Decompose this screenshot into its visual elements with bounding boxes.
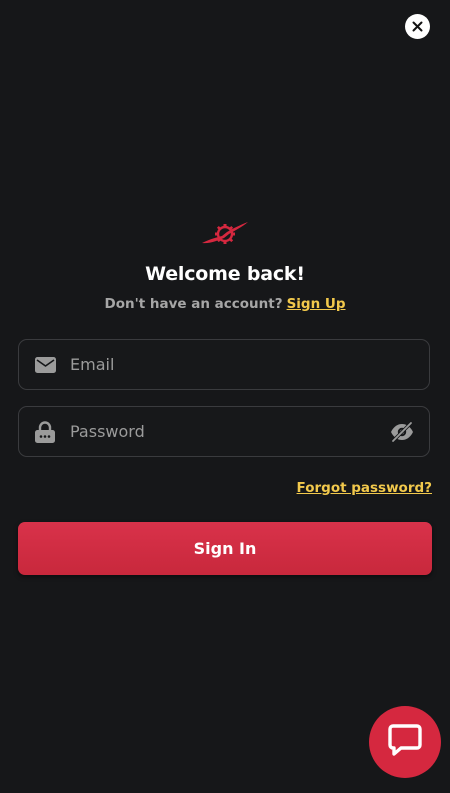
chat-button[interactable]	[369, 706, 441, 778]
page-title: Welcome back!	[145, 263, 305, 285]
signup-prompt: Don't have an account? Sign Up	[0, 296, 450, 312]
eye-off-icon[interactable]	[389, 419, 415, 445]
email-input[interactable]	[68, 354, 429, 375]
chat-bubble-icon	[388, 723, 422, 761]
sign-up-link[interactable]: Sign Up	[287, 296, 346, 312]
signup-prompt-text: Don't have an account?	[104, 296, 283, 312]
envelope-icon	[34, 354, 56, 376]
password-input[interactable]	[68, 421, 389, 442]
lock-icon	[34, 420, 56, 443]
close-button[interactable]	[405, 14, 430, 39]
close-icon	[412, 21, 423, 32]
forgot-password-link[interactable]: Forgot password?	[297, 480, 432, 496]
sign-in-button[interactable]: Sign In	[18, 522, 432, 575]
brand-logo	[200, 219, 250, 249]
password-field[interactable]	[18, 406, 430, 457]
email-field[interactable]	[18, 339, 430, 390]
